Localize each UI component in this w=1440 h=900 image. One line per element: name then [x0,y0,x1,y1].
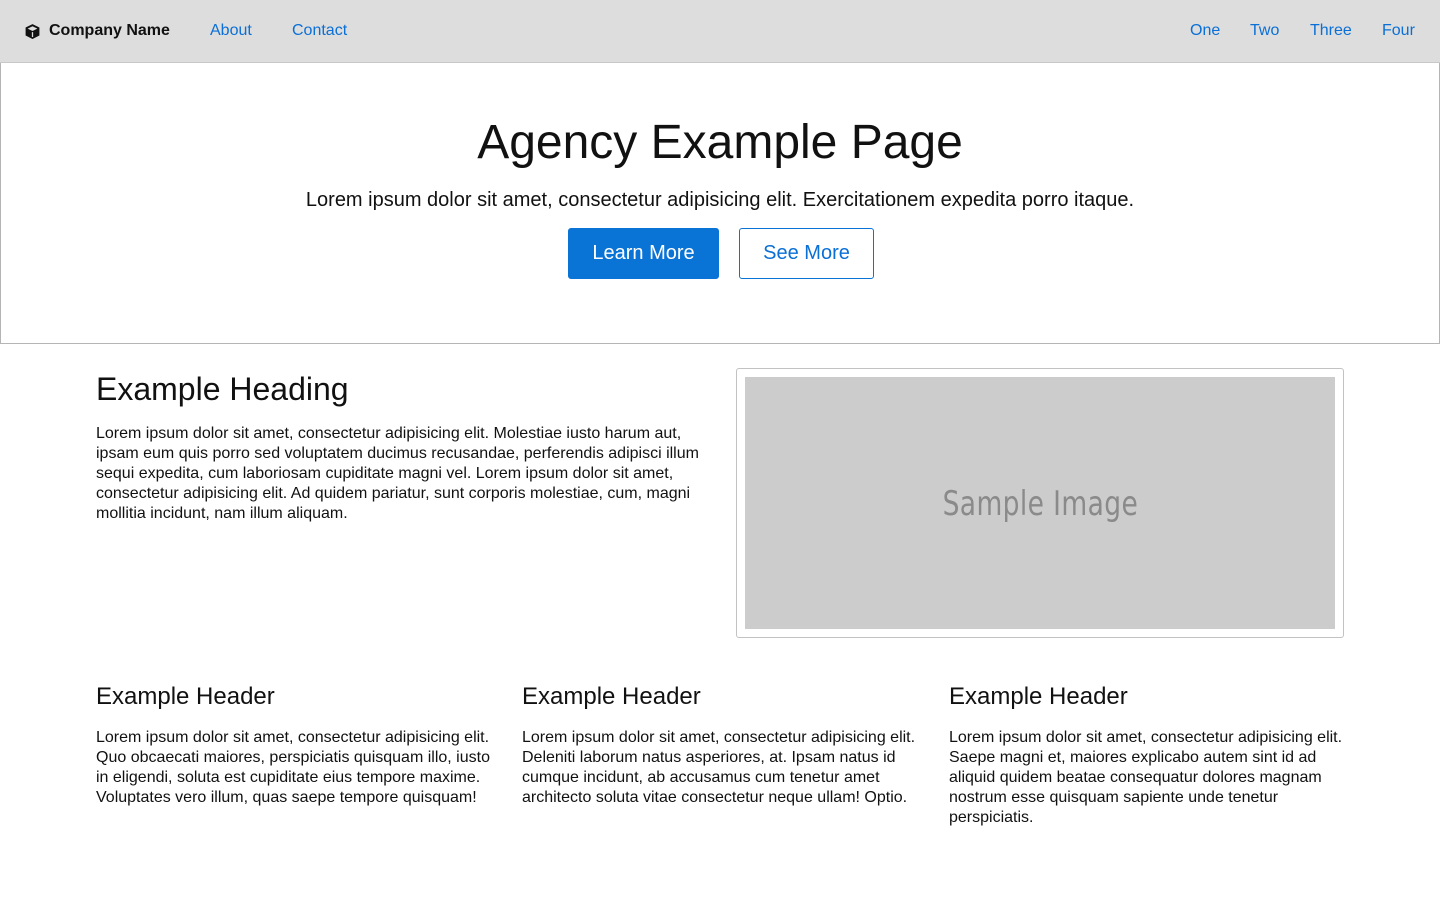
column-title: Example Header [96,683,275,710]
nav-link-four[interactable]: Four [1382,21,1415,41]
column-title: Example Header [949,683,1128,710]
column-text: Lorem ipsum dolor sit amet, consectetur … [522,729,916,806]
column-3: Example Header Lorem ipsum dolor sit ame… [949,682,1349,828]
cube-icon [24,23,41,40]
hero-title: Agency Example Page [477,116,963,169]
column-title: Example Header [522,683,701,710]
nav-link-contact[interactable]: Contact [292,21,347,41]
sample-image-frame: Sample Image [736,368,1344,638]
sample-image: Sample Image [745,377,1335,629]
hero-subtitle: Lorem ipsum dolor sit amet, consectetur … [305,189,1135,211]
brand-link[interactable]: Company Name [24,21,170,41]
hero-section: Agency Example Page Lorem ipsum dolor si… [0,63,1440,344]
sample-image-label: Sample Image [942,484,1138,524]
nav-link-two[interactable]: Two [1250,21,1279,41]
learn-more-button[interactable]: Learn More [568,228,719,279]
column-2: Example Header Lorem ipsum dolor sit ame… [522,682,922,808]
column-text: Lorem ipsum dolor sit amet, consectetur … [949,729,1343,826]
see-more-button[interactable]: See More [739,228,874,279]
nav-link-one[interactable]: One [1190,21,1220,41]
nav-link-three[interactable]: Three [1310,21,1352,41]
feature-text: Lorem ipsum dolor sit amet, consectetur … [96,425,699,522]
navbar: Company Name About Contact One Two Three… [0,0,1440,63]
column-1: Example Header Lorem ipsum dolor sit ame… [96,682,496,808]
nav-link-about[interactable]: About [210,21,252,41]
feature-heading: Example Heading [96,371,349,407]
brand-name: Company Name [49,22,170,39]
column-text: Lorem ipsum dolor sit amet, consectetur … [96,729,490,806]
